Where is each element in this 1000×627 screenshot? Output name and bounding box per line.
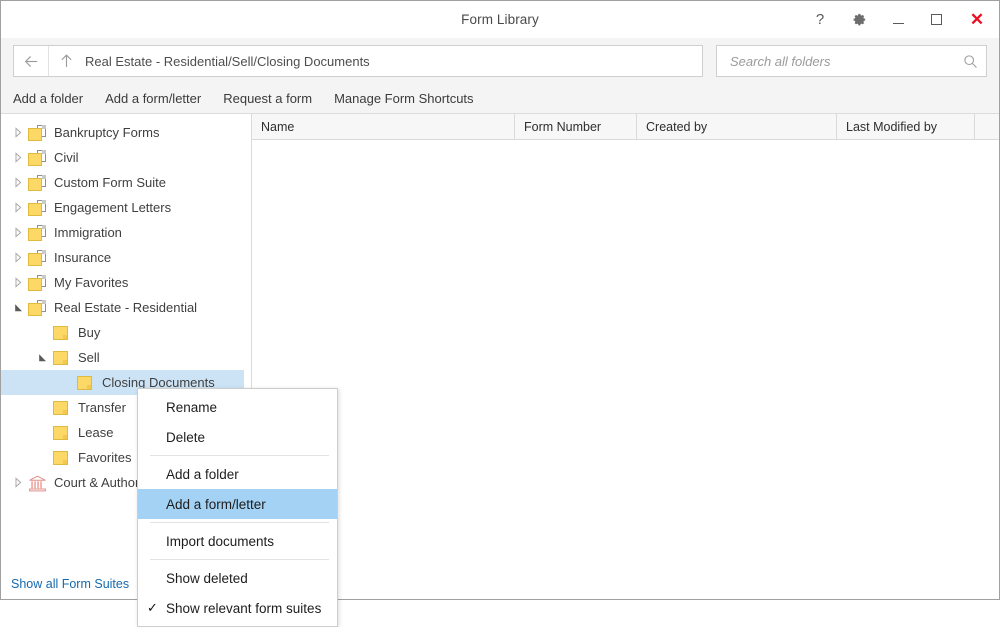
- tree-node-label: Engagement Letters: [54, 200, 172, 215]
- folder-icon: [51, 399, 73, 417]
- folder-doc-icon: [27, 274, 49, 292]
- command-add-a-form-letter[interactable]: Add a form/letter: [105, 91, 201, 106]
- folder-doc-icon: [27, 299, 49, 317]
- context-menu-item-delete[interactable]: Delete: [138, 422, 337, 452]
- page-title: Form Library: [461, 12, 539, 27]
- tree-node-label: Favorites: [78, 450, 132, 465]
- folder-icon: [51, 349, 73, 367]
- context-menu-item-show-relevant-form-suites[interactable]: ✓ Show relevant form suites: [138, 593, 337, 623]
- tree-node-label: My Favorites: [54, 275, 129, 290]
- folder-icon: [75, 374, 97, 392]
- chevron-right-icon[interactable]: [9, 477, 27, 488]
- column-header-name[interactable]: Name: [252, 114, 515, 139]
- tree-node-label: Buy: [78, 325, 101, 340]
- folder-doc-icon: [27, 249, 49, 267]
- context-menu-item-label: Show deleted: [166, 570, 248, 586]
- column-header-created-by[interactable]: Created by: [637, 114, 837, 139]
- context-menu-item-add-a-folder[interactable]: Add a folder: [138, 459, 337, 489]
- tree-node-immigration[interactable]: Immigration: [1, 220, 244, 245]
- list-column-headers: Name Form Number Created by Last Modified b…: [252, 114, 999, 140]
- gear-icon[interactable]: [839, 1, 879, 38]
- context-menu-item-label: Import documents: [166, 533, 275, 549]
- chevron-right-icon[interactable]: [9, 152, 27, 163]
- chevron-right-icon[interactable]: [9, 227, 27, 238]
- tree-node-buy[interactable]: Buy: [1, 320, 244, 345]
- list-rows[interactable]: [252, 140, 999, 599]
- form-library-window: Form Library ? ✕ Real Estate - Residenti…: [0, 0, 1000, 627]
- folder-icon: [51, 324, 73, 342]
- chevron-down-icon[interactable]: [9, 302, 27, 313]
- chevron-right-icon[interactable]: [9, 127, 27, 138]
- tree-node-label: Real Estate - Residential: [54, 300, 198, 315]
- tree-node-label: Lease: [78, 425, 114, 440]
- minimize-icon[interactable]: [879, 1, 917, 38]
- context-menu-separator: [150, 522, 329, 523]
- tree-node-my-favorites[interactable]: My Favorites: [1, 270, 244, 295]
- folder-icon: [51, 424, 73, 442]
- tree-node-label: Custom Form Suite: [54, 175, 166, 190]
- context-menu-item-import-documents[interactable]: Import documents: [138, 526, 337, 556]
- arrow-up-icon[interactable]: [49, 46, 83, 76]
- context-menu-separator: [150, 455, 329, 456]
- search-icon[interactable]: [963, 54, 978, 69]
- command-request-a-form[interactable]: Request a form: [223, 91, 312, 106]
- context-menu-item-rename[interactable]: Rename: [138, 392, 337, 422]
- tree-node-label: Bankruptcy Forms: [54, 125, 160, 140]
- column-header-form-number[interactable]: Form Number: [515, 114, 637, 139]
- folder-doc-icon: [27, 174, 49, 192]
- check-icon: ✓: [147, 600, 158, 615]
- command-manage-form-shortcuts[interactable]: Manage Form Shortcuts: [334, 91, 473, 106]
- tree-node-custom-form-suite[interactable]: Custom Form Suite: [1, 170, 244, 195]
- column-header-last-modified-by[interactable]: Last Modified by: [837, 114, 975, 139]
- context-menu-item-label: Delete: [166, 429, 206, 445]
- chevron-right-icon[interactable]: [9, 177, 27, 188]
- context-menu-item-label: Add a folder: [166, 466, 239, 482]
- column-header-spacer[interactable]: [975, 114, 1000, 139]
- help-icon[interactable]: ?: [801, 1, 839, 38]
- folder-doc-icon: [27, 224, 49, 242]
- tree-node-civil[interactable]: Civil: [1, 145, 244, 170]
- tree-node-bankruptcy-forms[interactable]: Bankruptcy Forms: [1, 120, 244, 145]
- context-menu[interactable]: Rename Delete Add a folder Add a form/lette…: [137, 388, 338, 627]
- close-icon[interactable]: ✕: [955, 1, 999, 38]
- context-menu-item-label: Rename: [166, 399, 218, 415]
- tree-node-label: Transfer: [78, 400, 126, 415]
- tree-node-label: Civil: [54, 150, 79, 165]
- chevron-right-icon[interactable]: [9, 202, 27, 213]
- window-controls: ? ✕: [801, 1, 999, 38]
- address-row: Real Estate - Residential/Sell/Closing D…: [1, 38, 999, 84]
- context-menu-item-label: Show relevant form suites: [166, 600, 322, 616]
- context-menu-item-label: Add a form/letter: [166, 496, 266, 512]
- folder-icon: [51, 449, 73, 467]
- folder-doc-icon: [27, 149, 49, 167]
- address-bar[interactable]: Real Estate - Residential/Sell/Closing D…: [13, 45, 703, 77]
- context-menu-item-add-a-form-letter[interactable]: Add a form/letter: [138, 489, 337, 519]
- folder-doc-icon: [27, 199, 49, 217]
- arrow-left-icon[interactable]: [14, 46, 49, 76]
- search-box[interactable]: [716, 45, 987, 77]
- folder-doc-icon: [27, 124, 49, 142]
- title-bar: Form Library ? ✕: [1, 1, 999, 38]
- courthouse-icon: [27, 474, 49, 492]
- command-add-a-folder[interactable]: Add a folder: [13, 91, 83, 106]
- maximize-icon[interactable]: [917, 1, 955, 38]
- form-list-panel: Name Form Number Created by Last Modified b…: [251, 114, 999, 599]
- breadcrumb[interactable]: Real Estate - Residential/Sell/Closing D…: [83, 54, 370, 69]
- command-bar: Add a folder Add a form/letter Request a…: [1, 84, 999, 114]
- show-all-form-suites-link[interactable]: Show all Form Suites: [11, 577, 129, 591]
- tree-node-label: Insurance: [54, 250, 112, 265]
- chevron-right-icon[interactable]: [9, 252, 27, 263]
- tree-node-sell[interactable]: Sell: [1, 345, 244, 370]
- search-input[interactable]: [728, 52, 963, 70]
- chevron-right-icon[interactable]: [9, 277, 27, 288]
- tree-node-insurance[interactable]: Insurance: [1, 245, 244, 270]
- tree-node-label: Sell: [78, 350, 100, 365]
- context-menu-separator: [150, 559, 329, 560]
- tree-node-engagement-letters[interactable]: Engagement Letters: [1, 195, 244, 220]
- tree-node-label: Immigration: [54, 225, 122, 240]
- tree-node-real-estate-residential[interactable]: Real Estate - Residential: [1, 295, 244, 320]
- context-menu-item-show-deleted[interactable]: Show deleted: [138, 563, 337, 593]
- chevron-down-icon[interactable]: [33, 352, 51, 363]
